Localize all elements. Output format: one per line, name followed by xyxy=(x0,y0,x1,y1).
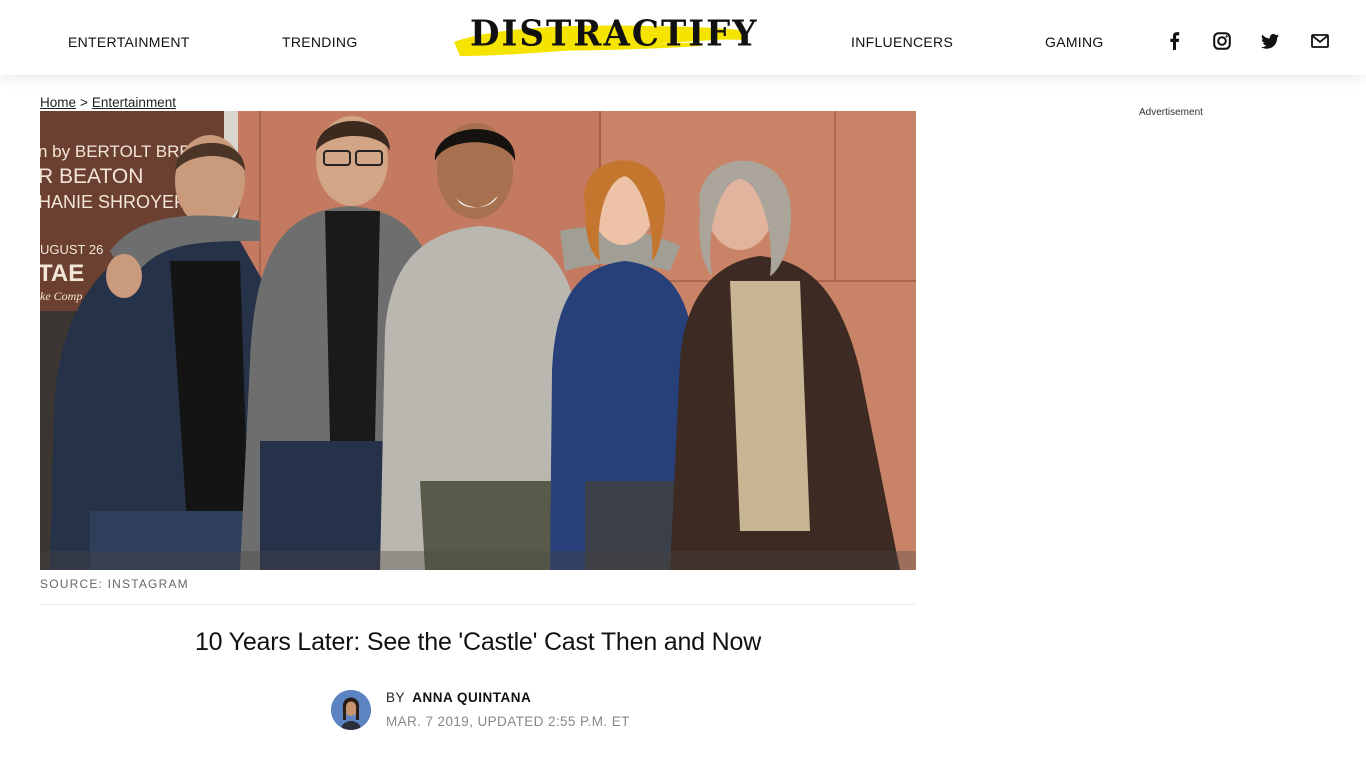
facebook-icon[interactable] xyxy=(1163,30,1185,52)
breadcrumb-separator: > xyxy=(80,95,88,110)
nav-entertainment[interactable]: ENTERTAINMENT xyxy=(68,34,190,50)
hero-photo: n by BERTOLT BRECHT R BEATON HANIE SHROY… xyxy=(40,111,916,570)
poster-text-line: ke Comp xyxy=(40,289,82,303)
breadcrumb-home[interactable]: Home xyxy=(40,95,76,110)
poster-text-line: TAE xyxy=(40,260,84,287)
nav-trending[interactable]: TRENDING xyxy=(282,34,358,50)
nav-gaming[interactable]: GAMING xyxy=(1045,34,1104,50)
byline: BY ANNA QUINTANA xyxy=(386,690,531,705)
photo-source-credit: SOURCE: INSTAGRAM xyxy=(40,577,189,591)
site-header: ENTERTAINMENT TRENDING DISTRACTIFY INFLU… xyxy=(0,0,1366,75)
poster-text-line: R BEATON xyxy=(40,165,143,188)
breadcrumb: Home > Entertainment xyxy=(40,95,176,110)
advertisement-label: Advertisement xyxy=(1139,107,1203,118)
instagram-icon[interactable] xyxy=(1211,30,1233,52)
poster-text-line: HANIE SHROYER xyxy=(40,192,187,212)
poster-text-line: UGUST 26 xyxy=(40,242,103,257)
twitter-icon[interactable] xyxy=(1259,30,1281,52)
publish-date: MAR. 7 2019, UPDATED 2:55 P.M. ET xyxy=(386,714,630,729)
author-avatar[interactable] xyxy=(331,690,371,730)
divider xyxy=(40,604,916,605)
logo-wordmark: DISTRACTIFY xyxy=(470,13,759,55)
nav-influencers[interactable]: INFLUENCERS xyxy=(851,34,953,50)
byline-prefix: BY xyxy=(386,690,406,705)
site-logo[interactable]: DISTRACTIFY xyxy=(450,10,757,64)
author-name-link[interactable]: ANNA QUINTANA xyxy=(412,690,531,705)
article-title: 10 Years Later: See the 'Castle' Cast Th… xyxy=(194,628,762,656)
breadcrumb-entertainment[interactable]: Entertainment xyxy=(92,95,176,110)
mail-icon[interactable] xyxy=(1309,30,1331,52)
